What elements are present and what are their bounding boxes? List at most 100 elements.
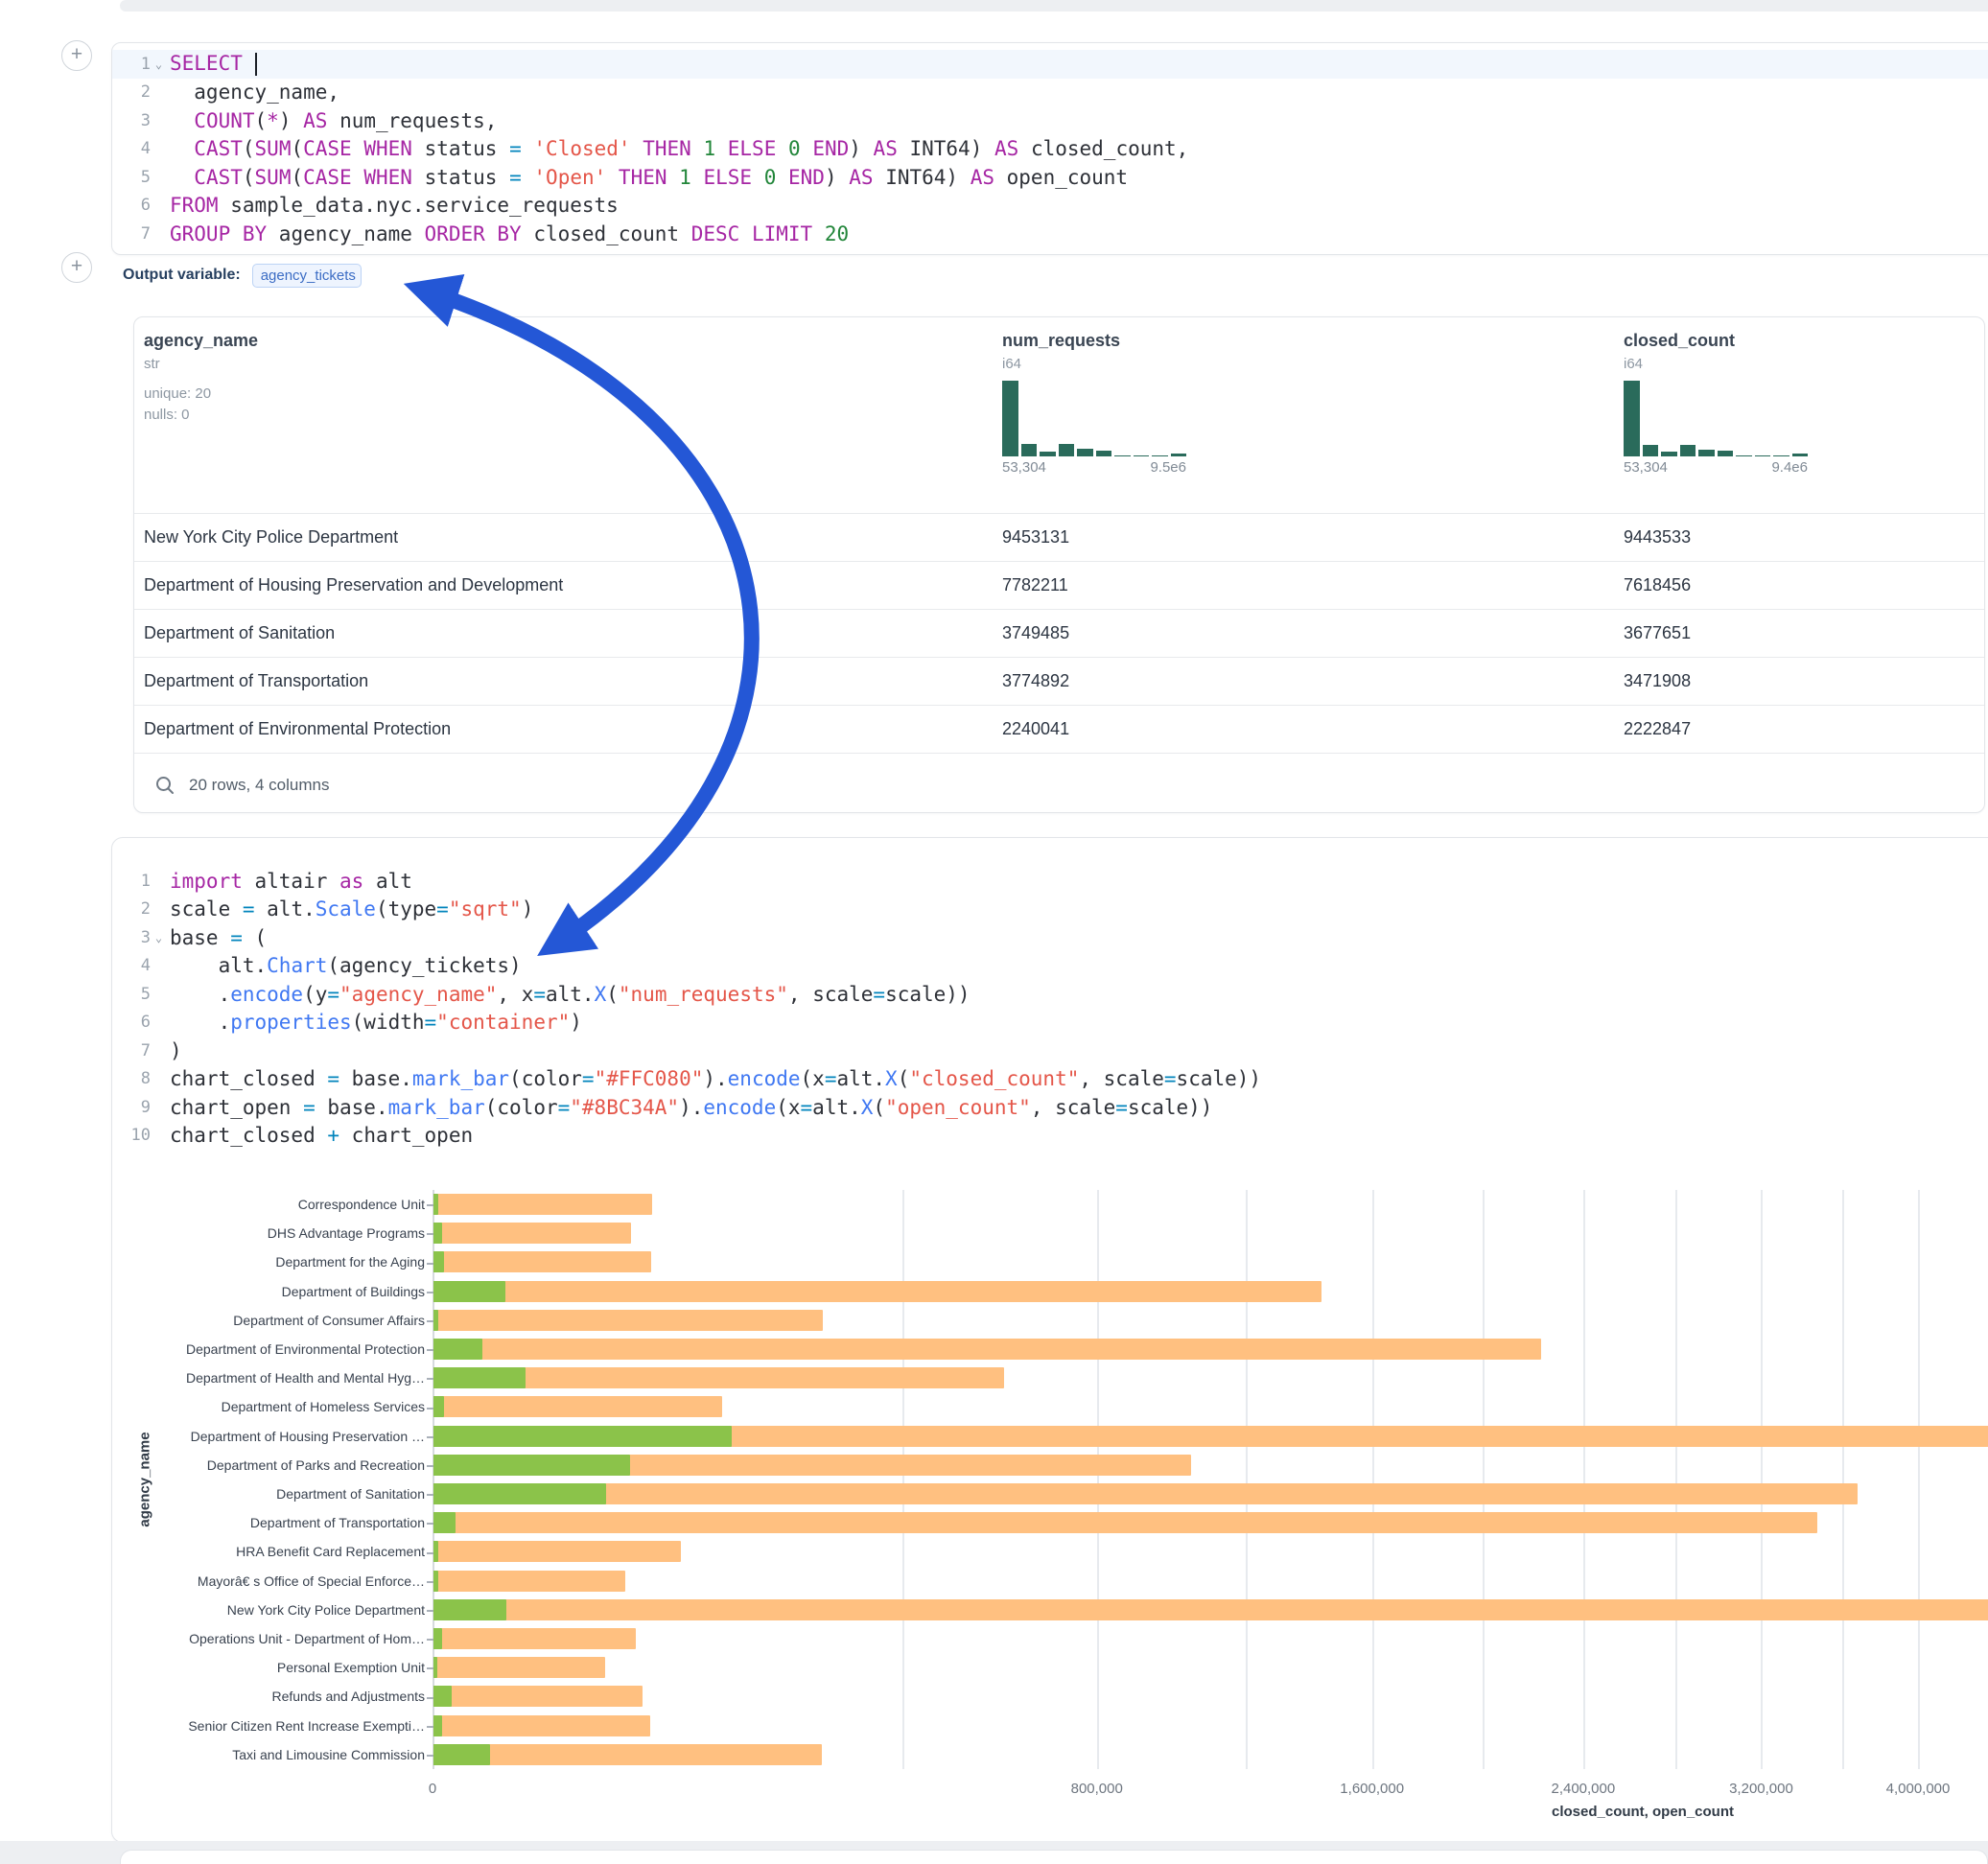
histogram-bar <box>1643 445 1659 456</box>
column-header[interactable]: closed_counti6453,3049.4e6 <box>1614 317 1984 513</box>
histogram-bar <box>1171 454 1187 456</box>
code-text[interactable]: .properties(width="container") <box>170 1011 582 1034</box>
table-cell: 2222847 <box>1614 719 1984 739</box>
x-tick-label: 3,200,000 <box>1729 1781 1793 1797</box>
x-axis-tick-labels: 0800,0001,600,0002,400,0003,200,0004,000… <box>433 1781 1988 1804</box>
histogram-bar <box>1152 455 1168 457</box>
code-text[interactable]: chart_open = base.mark_bar(color="#8BC34… <box>170 1096 1212 1119</box>
table-cell: 7618456 <box>1614 575 1984 595</box>
results-table: agency_namestrunique: 20nulls: 0num_requ… <box>133 316 1985 813</box>
python-editor[interactable]: 1import altair as alt2scale = alt.Scale(… <box>112 838 1988 1150</box>
bar-open-count <box>433 1455 630 1476</box>
code-text[interactable]: alt.Chart(agency_tickets) <box>170 954 522 977</box>
code-text[interactable]: CAST(SUM(CASE WHEN status = 'Open' THEN … <box>170 166 1128 189</box>
code-line[interactable]: 6 .properties(width="container") <box>112 1009 1988 1037</box>
x-tick-label: 800,000 <box>1071 1781 1123 1797</box>
line-number: 6 <box>116 1013 151 1032</box>
code-text[interactable]: CAST(SUM(CASE WHEN status = 'Closed' THE… <box>170 137 1188 160</box>
code-line[interactable]: 8 chart_closed = base.mark_bar(color="#FF… <box>112 1065 1988 1094</box>
code-line[interactable]: 6 FROM sample_data.nyc.service_requests <box>112 192 1988 221</box>
table-header: agency_namestrunique: 20nulls: 0num_requ… <box>134 317 1984 513</box>
code-text[interactable]: import altair as alt <box>170 870 412 893</box>
bar-open-count <box>433 1599 506 1620</box>
chart-plot-area <box>433 1190 1988 1769</box>
code-line[interactable]: 3 COUNT(*) AS num_requests, <box>112 106 1988 135</box>
gridline <box>902 1190 904 1769</box>
line-gutter: 10 <box>112 1126 167 1145</box>
code-line[interactable]: 10chart_closed + chart_open <box>112 1122 1988 1151</box>
search-icon[interactable] <box>154 775 175 796</box>
category-label: New York City Police Department <box>118 1602 425 1618</box>
line-number: 5 <box>116 985 151 1004</box>
histogram <box>1624 381 1808 456</box>
bar-open-count <box>433 1426 732 1447</box>
code-line[interactable]: 3⌄base = ( <box>112 923 1988 952</box>
table-cell: Department of Transportation <box>134 671 993 691</box>
code-line[interactable]: 2scale = alt.Scale(type="sqrt") <box>112 896 1988 924</box>
add-cell-button[interactable]: + <box>61 40 92 71</box>
code-text[interactable]: SELECT <box>170 52 257 76</box>
column-meta: unique: 20 <box>144 385 993 402</box>
histogram-range: 53,3049.5e6 <box>1002 459 1186 476</box>
code-line[interactable]: 2 agency_name, <box>112 79 1988 107</box>
code-text[interactable]: GROUP BY agency_name ORDER BY closed_cou… <box>170 222 849 245</box>
code-line[interactable]: 7GROUP BY agency_name ORDER BY closed_co… <box>112 220 1988 248</box>
code-text[interactable]: agency_name, <box>170 81 339 104</box>
bar-open-count <box>433 1686 452 1707</box>
table-cell: 2240041 <box>993 719 1614 739</box>
bar-closed-count <box>433 1715 650 1736</box>
code-line[interactable]: 7) <box>112 1037 1988 1065</box>
x-tick-label: 1,600,000 <box>1340 1781 1404 1797</box>
bar-open-count <box>433 1715 442 1736</box>
bar-open-count <box>433 1281 505 1302</box>
code-text[interactable]: FROM sample_data.nyc.service_requests <box>170 194 619 217</box>
hist-min-label: 53,304 <box>1002 459 1046 476</box>
line-gutter: 1⌄ <box>112 55 167 74</box>
add-cell-button[interactable]: + <box>61 252 92 283</box>
x-axis-title: closed_count, open_count <box>1552 1804 1734 1820</box>
histogram-bar <box>1736 455 1752 457</box>
fold-chevron-icon[interactable]: ⌄ <box>151 931 167 944</box>
column-header[interactable]: agency_namestrunique: 20nulls: 0 <box>134 317 993 513</box>
fold-chevron-icon[interactable]: ⌄ <box>151 58 167 71</box>
line-number: 8 <box>116 1069 151 1088</box>
code-line[interactable]: 4 alt.Chart(agency_tickets) <box>112 952 1988 981</box>
table-cell: Department of Environmental Protection <box>134 719 993 739</box>
code-text[interactable]: ) <box>170 1039 182 1062</box>
code-text[interactable]: scale = alt.Scale(type="sqrt") <box>170 897 533 920</box>
code-line[interactable]: 9chart_open = base.mark_bar(color="#8BC3… <box>112 1093 1988 1122</box>
code-text[interactable]: chart_closed + chart_open <box>170 1124 473 1147</box>
code-text[interactable]: .encode(y="agency_name", x=alt.X("num_re… <box>170 983 971 1006</box>
histogram-bar <box>1718 451 1734 456</box>
code-line[interactable]: 1⌄SELECT <box>112 50 1988 79</box>
y-axis-tick <box>427 1523 433 1525</box>
output-variable-label: Output variable: <box>123 267 241 284</box>
x-tick-label: 2,400,000 <box>1551 1781 1615 1797</box>
code-line[interactable]: 1import altair as alt <box>112 867 1988 896</box>
notebook-page: + + 1⌄SELECT 2 agency_name,3 COUNT(*) AS… <box>0 0 1988 1864</box>
line-number: 4 <box>116 139 151 158</box>
code-line[interactable]: 5 .encode(y="agency_name", x=alt.X("num_… <box>112 980 1988 1009</box>
line-number: 6 <box>116 196 151 215</box>
table-cell: 3471908 <box>1614 671 1984 691</box>
code-line[interactable]: 4 CAST(SUM(CASE WHEN status = 'Closed' T… <box>112 135 1988 164</box>
code-line[interactable]: 5 CAST(SUM(CASE WHEN status = 'Open' THE… <box>112 163 1988 192</box>
line-gutter: 7 <box>112 1041 167 1060</box>
table-row: Department of Sanitation37494853677651 <box>134 609 1984 657</box>
y-axis-tick <box>427 1755 433 1757</box>
code-text[interactable]: COUNT(*) AS num_requests, <box>170 109 497 132</box>
output-variable-badge[interactable]: agency_tickets <box>252 264 362 288</box>
gridline <box>1675 1190 1677 1769</box>
category-label: Senior Citizen Rent Increase Exempti… <box>118 1718 425 1734</box>
code-text[interactable]: chart_closed = base.mark_bar(color="#FFC… <box>170 1067 1261 1090</box>
code-text[interactable]: base = ( <box>170 926 267 949</box>
line-gutter: 3 <box>112 111 167 130</box>
column-header[interactable]: num_requestsi6453,3049.5e6 <box>993 317 1614 513</box>
histogram-bar <box>1021 444 1038 456</box>
y-axis-tick <box>427 1408 433 1410</box>
bar-closed-count <box>433 1744 822 1765</box>
hist-min-label: 53,304 <box>1624 459 1668 476</box>
sql-editor[interactable]: 1⌄SELECT 2 agency_name,3 COUNT(*) AS num… <box>112 43 1988 248</box>
column-name: num_requests <box>1002 331 1614 351</box>
histogram-bar <box>1680 445 1696 456</box>
